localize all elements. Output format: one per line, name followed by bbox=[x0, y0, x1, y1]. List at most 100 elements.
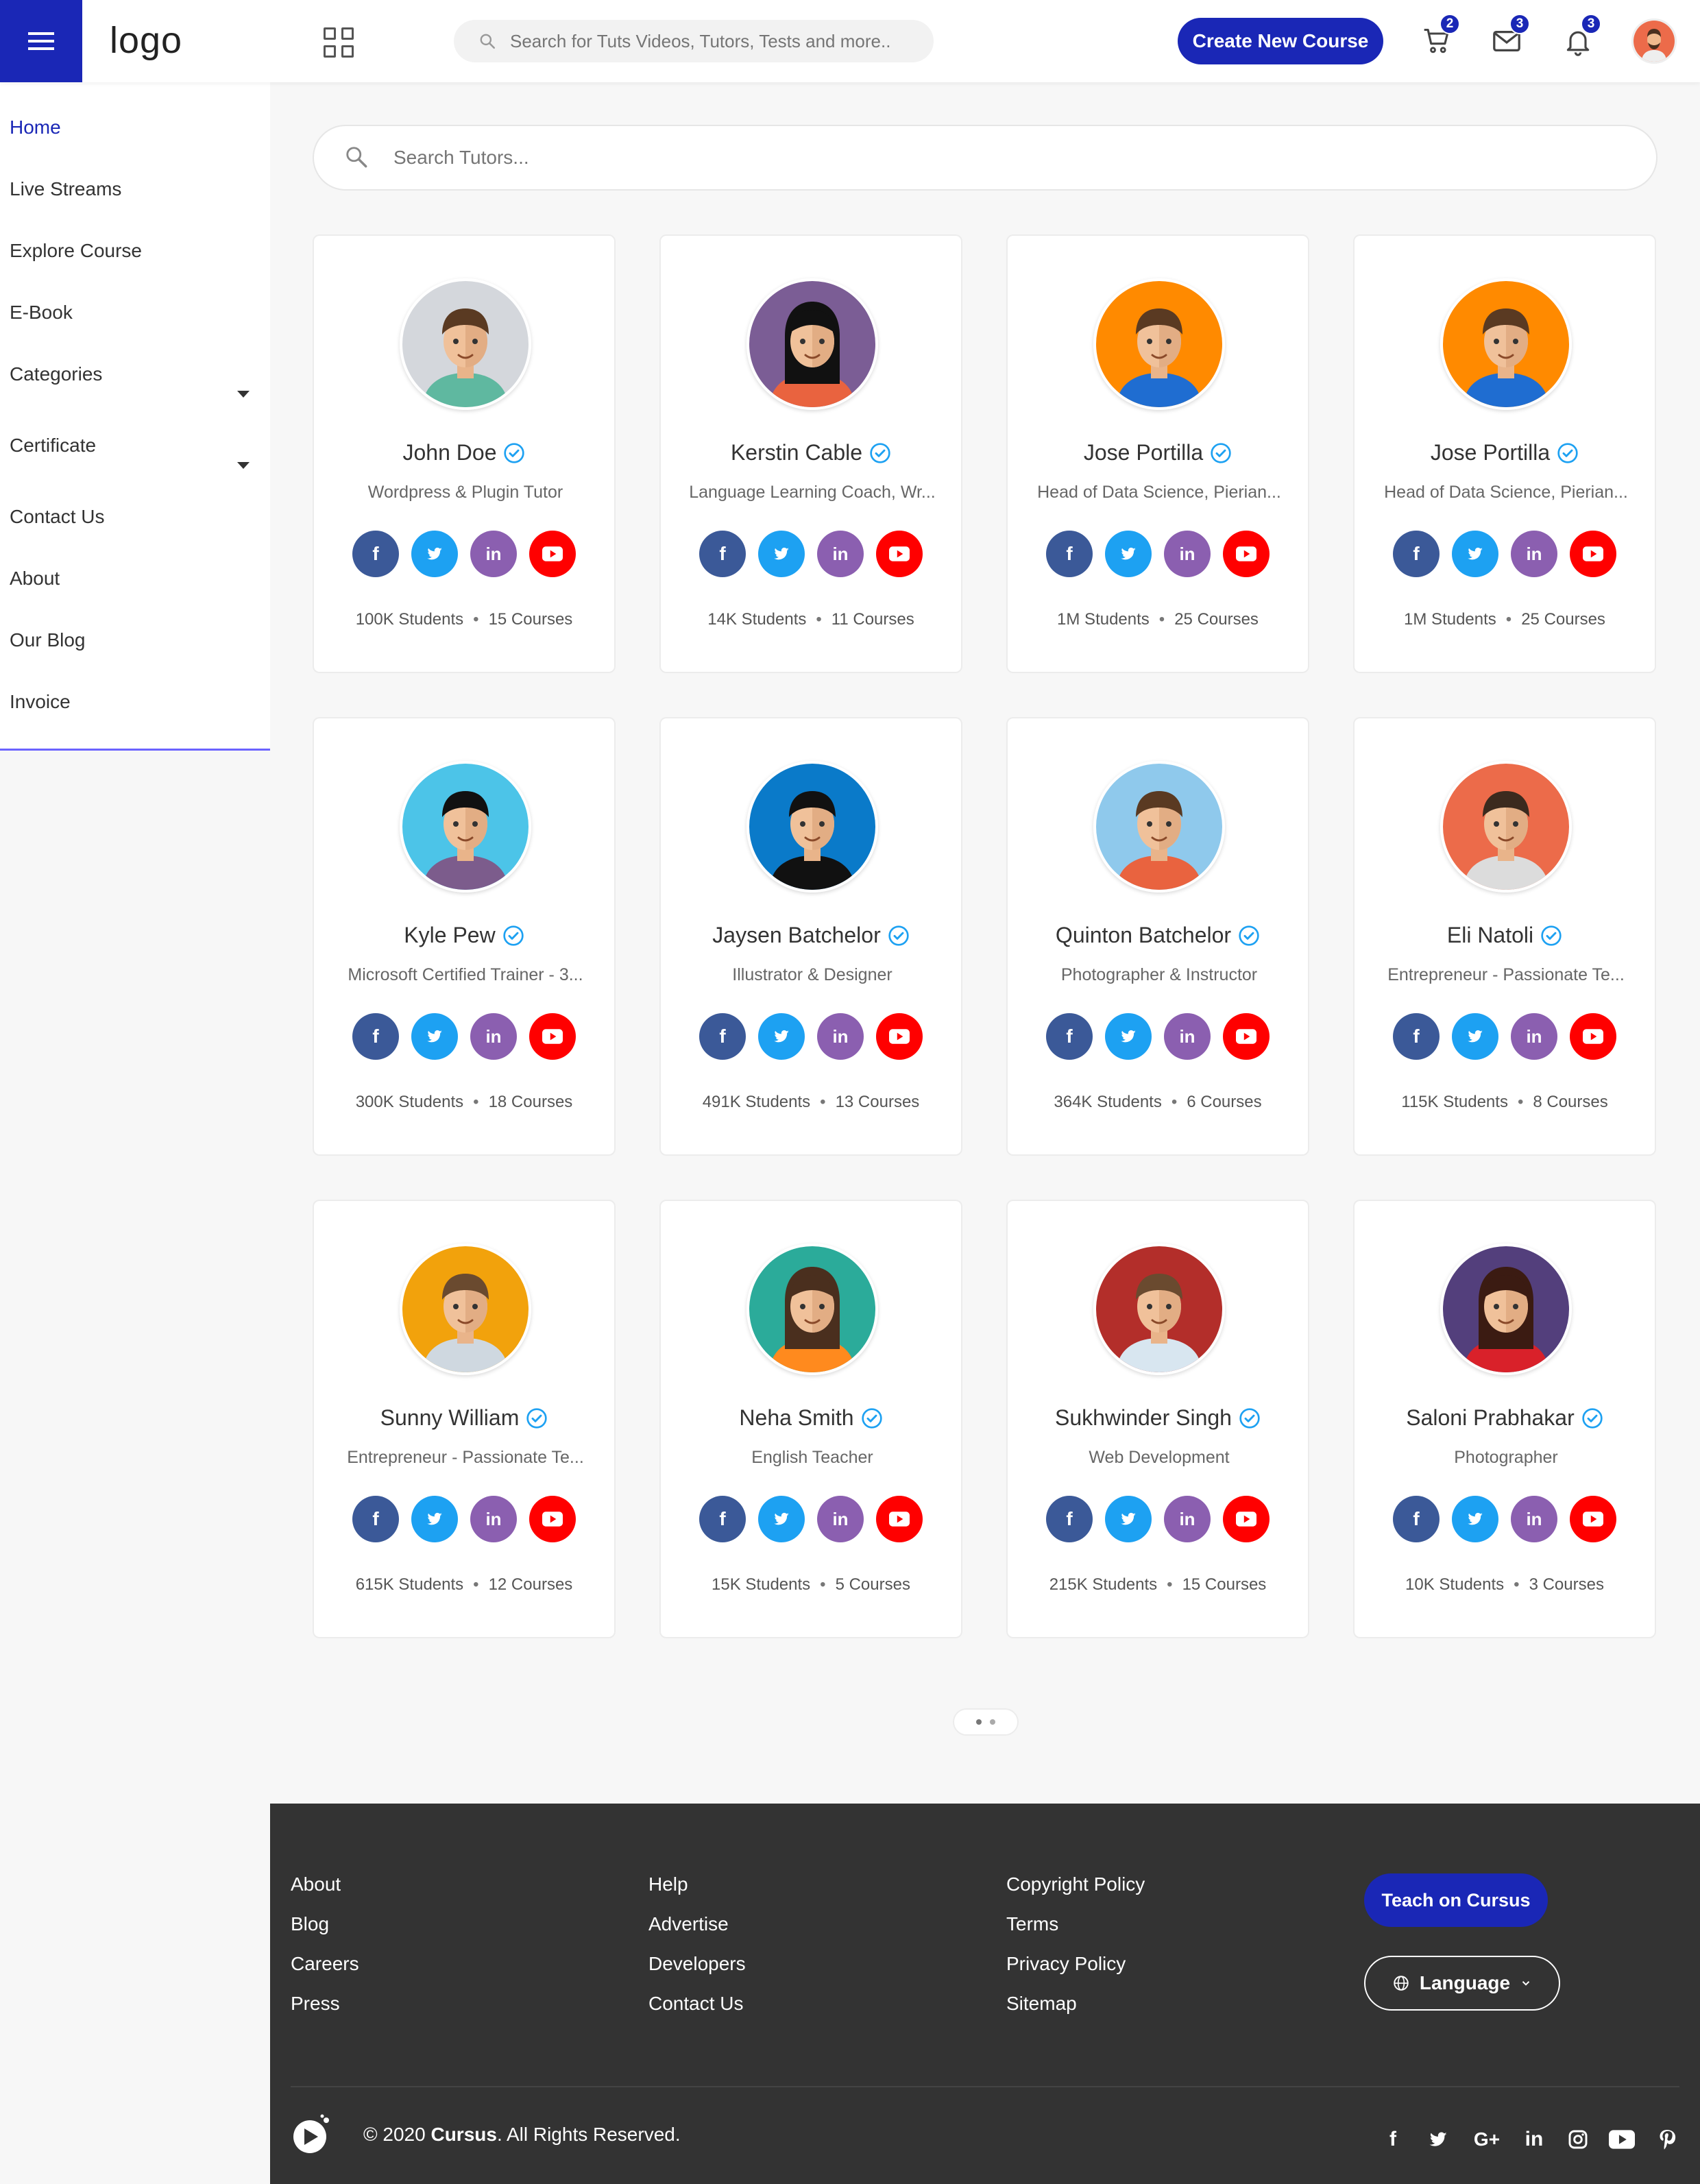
linkedin-icon[interactable]: in bbox=[817, 531, 864, 577]
logo[interactable]: logo bbox=[110, 19, 182, 62]
footer-link-terms[interactable]: Terms bbox=[1006, 1913, 1058, 1935]
teach-on-cursus-button[interactable]: Teach on Cursus bbox=[1364, 1873, 1548, 1927]
certificate-caret-down-icon[interactable] bbox=[237, 462, 250, 469]
linkedin-icon[interactable]: in bbox=[1511, 1496, 1557, 1542]
linkedin-icon[interactable]: in bbox=[470, 1496, 517, 1542]
tutor-card[interactable]: Kyle Pew Microsoft Certified Trainer - 3.… bbox=[313, 717, 616, 1156]
notifications-button[interactable]: 3 bbox=[1559, 14, 1601, 60]
youtube-icon[interactable] bbox=[1570, 1496, 1616, 1542]
tutor-card[interactable]: Eli Natoli Entrepreneur - Passionate Te..… bbox=[1353, 717, 1656, 1156]
twitter-icon[interactable] bbox=[1452, 1013, 1498, 1060]
footer-link-contact-us[interactable]: Contact Us bbox=[648, 1993, 744, 2015]
twitter-icon[interactable] bbox=[411, 531, 458, 577]
page-dot[interactable] bbox=[990, 1719, 995, 1725]
tutor-card[interactable]: Jose Portilla Head of Data Science, Pieri… bbox=[1006, 234, 1309, 673]
tutor-avatar[interactable] bbox=[1093, 761, 1225, 893]
twitter-icon[interactable] bbox=[758, 1013, 805, 1060]
sidebar-item-contact-us[interactable]: Contact Us bbox=[10, 506, 105, 528]
twitter-icon[interactable] bbox=[411, 1013, 458, 1060]
twitter-icon[interactable] bbox=[1105, 531, 1152, 577]
facebook-icon[interactable]: f bbox=[352, 1496, 399, 1542]
top-search-input[interactable] bbox=[510, 30, 894, 52]
youtube-icon[interactable] bbox=[1570, 1013, 1616, 1060]
tutor-card[interactable]: Jaysen Batchelor Illustrator & Designer f i… bbox=[659, 717, 962, 1156]
linkedin-icon[interactable]: in bbox=[1164, 1496, 1211, 1542]
youtube-icon[interactable] bbox=[529, 1013, 576, 1060]
facebook-icon[interactable]: f bbox=[1046, 1013, 1093, 1060]
sidebar-item-ebook[interactable]: E-Book bbox=[10, 302, 73, 324]
tutor-card[interactable]: Sunny William Entrepreneur - Passionate T… bbox=[313, 1200, 616, 1638]
cart-button[interactable]: 2 bbox=[1418, 14, 1460, 60]
language-dropdown[interactable]: Language bbox=[1364, 1956, 1560, 2011]
sidebar-item-certificate[interactable]: Certificate bbox=[10, 435, 96, 457]
twitter-icon[interactable] bbox=[758, 1496, 805, 1542]
footer-link-advertise[interactable]: Advertise bbox=[648, 1913, 729, 1935]
tutor-name[interactable]: Saloni Prabhakar bbox=[1406, 1405, 1574, 1431]
tutor-name[interactable]: Jose Portilla bbox=[1084, 440, 1203, 465]
tutor-avatar[interactable] bbox=[746, 278, 878, 410]
youtube-icon[interactable] bbox=[1570, 531, 1616, 577]
tutor-name[interactable]: Kyle Pew bbox=[404, 923, 495, 948]
categories-caret-down-icon[interactable] bbox=[237, 391, 250, 398]
pagination-dots[interactable] bbox=[953, 1708, 1019, 1736]
tutor-card[interactable]: Kerstin Cable Language Learning Coach, Wr… bbox=[659, 234, 962, 673]
linkedin-icon[interactable]: in bbox=[1511, 531, 1557, 577]
tutor-avatar[interactable] bbox=[1440, 761, 1572, 893]
twitter-icon[interactable] bbox=[1452, 531, 1498, 577]
user-avatar[interactable] bbox=[1631, 19, 1677, 64]
tutor-card[interactable]: Saloni Prabhakar Photographer f in 10K Stude… bbox=[1353, 1200, 1656, 1638]
tutor-avatar[interactable] bbox=[746, 761, 878, 893]
twitter-icon[interactable] bbox=[1452, 1496, 1498, 1542]
youtube-icon[interactable] bbox=[1223, 1013, 1270, 1060]
tutor-name[interactable]: Kerstin Cable bbox=[731, 440, 862, 465]
footer-google-plus-icon[interactable]: G+ bbox=[1470, 2126, 1504, 2153]
footer-link-about[interactable]: About bbox=[291, 1873, 341, 1895]
linkedin-icon[interactable]: in bbox=[470, 1013, 517, 1060]
tutor-name[interactable]: Neha Smith bbox=[739, 1405, 853, 1431]
youtube-icon[interactable] bbox=[529, 531, 576, 577]
sidebar-item-live-streams[interactable]: Live Streams bbox=[10, 178, 121, 200]
facebook-icon[interactable]: f bbox=[1046, 531, 1093, 577]
twitter-icon[interactable] bbox=[1105, 1013, 1152, 1060]
linkedin-icon[interactable]: in bbox=[470, 531, 517, 577]
tutor-name[interactable]: John Doe bbox=[403, 440, 497, 465]
tutor-card[interactable]: Sukhwinder Singh Web Development f in 215K S… bbox=[1006, 1200, 1309, 1638]
sidebar-item-about[interactable]: About bbox=[10, 568, 60, 590]
facebook-icon[interactable]: f bbox=[1393, 531, 1440, 577]
tutor-avatar[interactable] bbox=[400, 761, 531, 893]
sidebar-item-invoice[interactable]: Invoice bbox=[10, 691, 71, 713]
footer-link-blog[interactable]: Blog bbox=[291, 1913, 329, 1935]
sidebar-item-home[interactable]: Home bbox=[10, 117, 61, 138]
twitter-icon[interactable] bbox=[411, 1496, 458, 1542]
tutor-avatar[interactable] bbox=[746, 1243, 878, 1375]
footer-instagram-icon[interactable] bbox=[1564, 2126, 1592, 2153]
tutor-search-input[interactable] bbox=[393, 147, 1559, 169]
tutor-avatar[interactable] bbox=[1440, 278, 1572, 410]
tutor-card[interactable]: Jose Portilla Head of Data Science, Pieri… bbox=[1353, 234, 1656, 673]
youtube-icon[interactable] bbox=[876, 531, 923, 577]
twitter-icon[interactable] bbox=[758, 531, 805, 577]
footer-link-careers[interactable]: Careers bbox=[291, 1953, 359, 1975]
linkedin-icon[interactable]: in bbox=[1511, 1013, 1557, 1060]
facebook-icon[interactable]: f bbox=[699, 1496, 746, 1542]
facebook-icon[interactable]: f bbox=[352, 531, 399, 577]
linkedin-icon[interactable]: in bbox=[1164, 531, 1211, 577]
twitter-icon[interactable] bbox=[1105, 1496, 1152, 1542]
footer-link-copyright-policy[interactable]: Copyright Policy bbox=[1006, 1873, 1145, 1895]
footer-twitter-icon[interactable] bbox=[1424, 2126, 1452, 2153]
youtube-icon[interactable] bbox=[876, 1496, 923, 1542]
sidebar-item-our-blog[interactable]: Our Blog bbox=[10, 629, 86, 651]
tutor-search-bar[interactable] bbox=[313, 125, 1657, 191]
messages-button[interactable]: 3 bbox=[1487, 14, 1530, 60]
tutor-name[interactable]: Quinton Batchelor bbox=[1056, 923, 1231, 948]
linkedin-icon[interactable]: in bbox=[817, 1496, 864, 1542]
tutor-name[interactable]: Jaysen Batchelor bbox=[712, 923, 880, 948]
tutor-name[interactable]: Eli Natoli bbox=[1447, 923, 1533, 948]
footer-link-privacy-policy[interactable]: Privacy Policy bbox=[1006, 1953, 1126, 1975]
facebook-icon[interactable]: f bbox=[699, 1013, 746, 1060]
tutor-card[interactable]: Quinton Batchelor Photographer & Instruct… bbox=[1006, 717, 1309, 1156]
footer-link-press[interactable]: Press bbox=[291, 1993, 340, 2015]
tutor-card[interactable]: John Doe Wordpress & Plugin Tutor f in 100K … bbox=[313, 234, 616, 673]
footer-link-developers[interactable]: Developers bbox=[648, 1953, 746, 1975]
apps-grid-icon[interactable] bbox=[324, 27, 354, 58]
